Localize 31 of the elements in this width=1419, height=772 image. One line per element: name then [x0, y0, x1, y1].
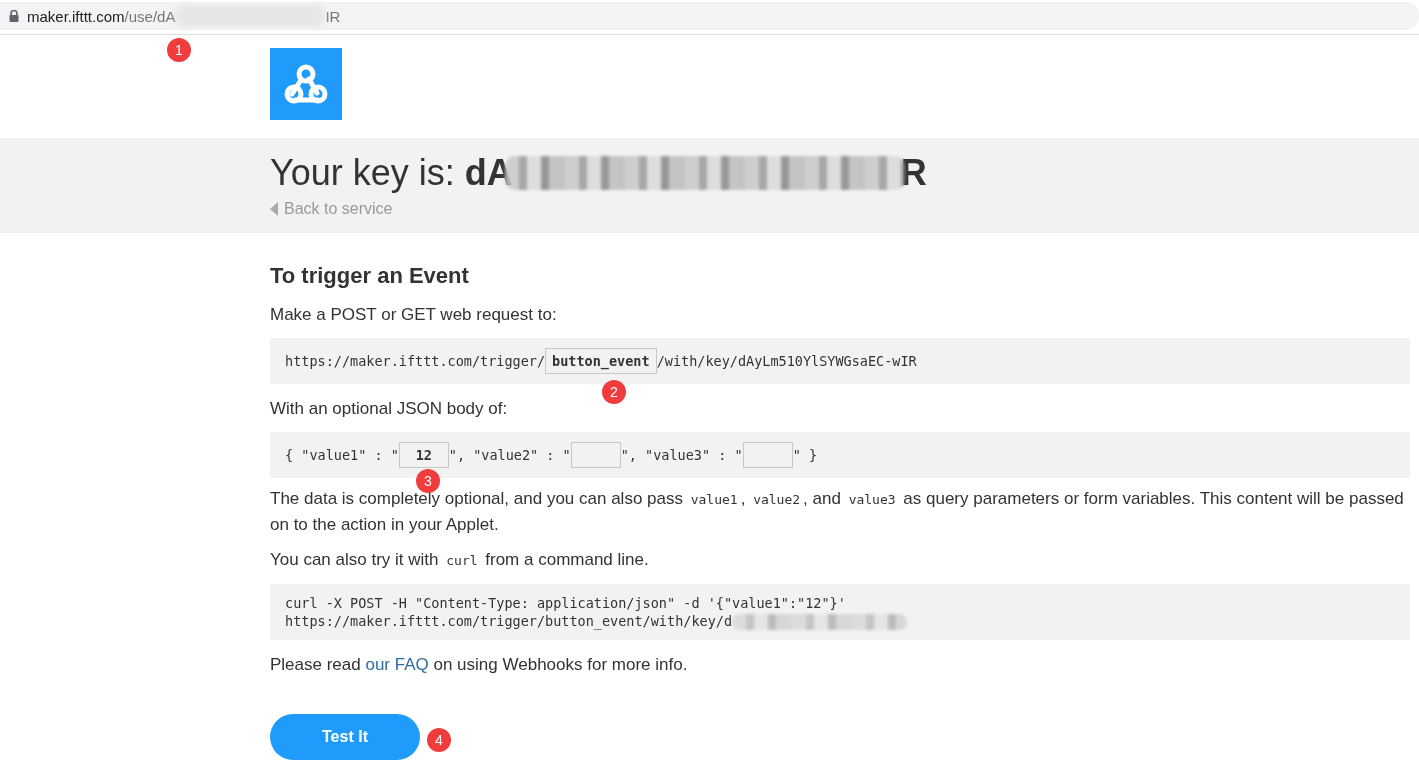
address-text: IR [325, 7, 341, 25]
curl-command-text: curl -X POST -H "Content-Type: application/json" -d '{"value1":"12"}' [285, 595, 846, 611]
json-text: ", "value2" : " [448, 447, 571, 463]
key-label: Your key is: [270, 152, 456, 194]
annotation-number: 1 [167, 38, 191, 62]
json-text: { "value1" : " [285, 447, 399, 463]
lock-icon [9, 10, 19, 22]
curl-command-text: https://maker.ifttt.com/trigger/button_event/with/key/d [285, 613, 733, 629]
value-field[interactable]: 12 [398, 442, 449, 468]
value-field[interactable] [742, 442, 793, 468]
url-text: /with/key/dAyLm510YlSYWGsaEC-wIR [656, 353, 917, 369]
faq-text: Please read our FAQ on using Webhooks for more info. [270, 654, 689, 676]
event-name-field[interactable]: button_event [545, 348, 657, 374]
key-text: dA [464, 152, 513, 194]
caret-left-icon [270, 202, 278, 216]
annotation-number: 3 [416, 469, 440, 493]
curl-intro: You can also try it with curl from a command line. [270, 549, 650, 571]
json-text: " } [792, 447, 818, 463]
request-intro: Make a POST or GET web request to: [270, 304, 558, 326]
faq-link[interactable]: our FAQ [365, 655, 429, 674]
json-text: ", "value3" : " [620, 447, 743, 463]
annotation-number: 4 [427, 728, 451, 752]
url-text: https://maker.ifttt.com/trigger/ [285, 353, 546, 369]
body-intro: With an optional JSON body of: [270, 398, 509, 420]
webhook-logo [270, 48, 342, 120]
value-field[interactable] [570, 442, 621, 468]
address-text: maker.ifttt.com/use/dA [27, 7, 176, 25]
section-title: To trigger an Event [270, 263, 470, 289]
key-text: R [900, 152, 927, 194]
address-bar[interactable]: maker.ifttt.com/use/dA IR [0, 2, 1419, 30]
annotation-number: 2 [602, 380, 626, 404]
